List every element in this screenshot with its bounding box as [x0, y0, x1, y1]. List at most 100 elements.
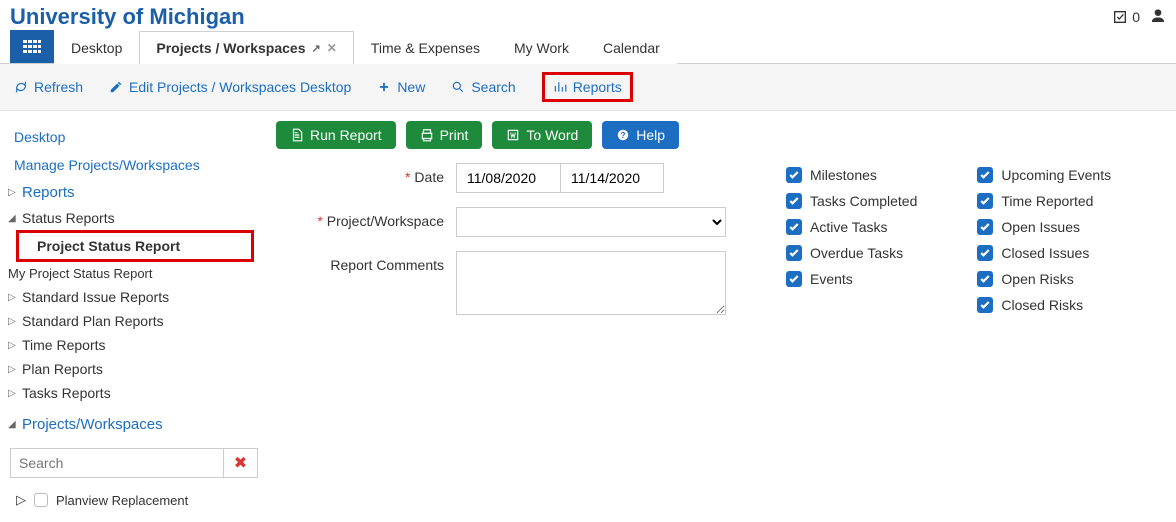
sidebar-manage[interactable]: Manage Projects/Workspaces: [6, 151, 262, 179]
checkbox-checked-icon: [977, 219, 993, 235]
project-workspace-select[interactable]: [456, 207, 726, 237]
sidebar-standard-issue-reports[interactable]: ▷ Standard Issue Reports: [6, 285, 262, 309]
date-label: *Date: [276, 163, 456, 185]
caret-right-icon: ▷: [8, 364, 18, 375]
print-icon: [420, 128, 434, 142]
check-label: Overdue Tasks: [810, 245, 903, 261]
tab-mywork[interactable]: My Work: [497, 31, 586, 64]
check-events[interactable]: Events: [786, 271, 917, 287]
check-tasks-completed[interactable]: Tasks Completed: [786, 193, 917, 209]
sidebar-status-reports[interactable]: ◢ Status Reports: [6, 206, 262, 230]
bar-chart-icon: [553, 80, 567, 94]
tree-label: Plan Reports: [22, 361, 103, 377]
button-label: Help: [636, 127, 665, 143]
close-icon[interactable]: ✕: [327, 41, 337, 55]
edit-desktop-link[interactable]: Edit Projects / Workspaces Desktop: [109, 79, 351, 95]
check-label: Milestones: [810, 167, 877, 183]
check-open-risks[interactable]: Open Risks: [977, 271, 1111, 287]
print-button[interactable]: Print: [406, 121, 483, 149]
sidebar-item-planview[interactable]: ▷ Planview Replacement: [6, 486, 262, 514]
tab-projects-workspaces[interactable]: Projects / Workspaces ↗ ✕: [139, 31, 353, 64]
tab-label: Calendar: [603, 40, 660, 56]
help-button[interactable]: ? Help: [602, 121, 679, 149]
reports-link[interactable]: Reports: [542, 72, 633, 102]
tab-label: Desktop: [71, 40, 122, 56]
refresh-icon: [14, 80, 28, 94]
date-from-input[interactable]: [456, 163, 560, 193]
check-square-icon: [1112, 9, 1128, 25]
check-overdue-tasks[interactable]: Overdue Tasks: [786, 245, 917, 261]
checkbox-checked-icon: [786, 219, 802, 235]
tab-time-expenses[interactable]: Time & Expenses: [354, 31, 497, 64]
check-upcoming-events[interactable]: Upcoming Events: [977, 167, 1111, 183]
check-label: Upcoming Events: [1001, 167, 1111, 183]
checkbox-checked-icon: [786, 167, 802, 183]
caret-right-icon: ▷: [8, 187, 18, 198]
checkbox-checked-icon: [786, 271, 802, 287]
tool-label: Reports: [573, 79, 622, 95]
tool-label: Refresh: [34, 79, 83, 95]
check-label: Open Risks: [1001, 271, 1073, 287]
help-icon: ?: [616, 128, 630, 142]
check-open-issues[interactable]: Open Issues: [977, 219, 1111, 235]
clear-search-button[interactable]: ✖: [224, 448, 258, 478]
button-label: Print: [440, 127, 469, 143]
checkbox-checked-icon: [977, 167, 993, 183]
tab-desktop[interactable]: Desktop: [54, 31, 139, 64]
sidebar-time-reports[interactable]: ▷ Time Reports: [6, 333, 262, 357]
check-active-tasks[interactable]: Active Tasks: [786, 219, 917, 235]
check-label: Events: [810, 271, 853, 287]
popout-icon[interactable]: ↗: [312, 42, 321, 55]
grid-icon: [23, 40, 41, 54]
caret-right-icon: ▷: [8, 316, 18, 327]
approvals-count: 0: [1132, 9, 1140, 25]
to-word-button[interactable]: To Word: [492, 121, 592, 149]
sidebar: Desktop Manage Projects/Workspaces ▷ Rep…: [0, 111, 262, 522]
sidebar-reports[interactable]: ▷ Reports: [6, 179, 262, 206]
caret-down-icon: ◢: [8, 419, 18, 430]
word-icon: [506, 128, 520, 142]
sidebar-projects-workspaces[interactable]: ◢ Projects/Workspaces: [6, 411, 262, 438]
tree-label: Standard Issue Reports: [22, 289, 169, 305]
search-link[interactable]: Search: [451, 79, 515, 95]
check-time-reported[interactable]: Time Reported: [977, 193, 1111, 209]
pencil-icon: [109, 80, 123, 94]
new-link[interactable]: New: [377, 79, 425, 95]
sidebar-search-input[interactable]: [10, 448, 224, 478]
tree-label: Planview Replacement: [56, 493, 188, 508]
tree-label: Reports: [22, 184, 75, 201]
date-to-input[interactable]: [560, 163, 664, 193]
refresh-link[interactable]: Refresh: [14, 79, 83, 95]
check-closed-issues[interactable]: Closed Issues: [977, 245, 1111, 261]
tab-calendar[interactable]: Calendar: [586, 31, 677, 64]
tree-label: Time Reports: [22, 337, 106, 353]
sidebar-my-project-status-report[interactable]: My Project Status Report: [6, 262, 262, 285]
button-label: Run Report: [310, 127, 382, 143]
checkbox-empty-icon[interactable]: [34, 493, 48, 507]
tree-label: Status Reports: [22, 210, 115, 226]
sidebar-project-status-report[interactable]: Project Status Report: [16, 230, 254, 262]
tree-label: Projects/Workspaces: [22, 416, 163, 433]
check-label: Tasks Completed: [810, 193, 917, 209]
tool-label: Edit Projects / Workspaces Desktop: [129, 79, 351, 95]
check-milestones[interactable]: Milestones: [786, 167, 917, 183]
sidebar-tasks-reports[interactable]: ▷ Tasks Reports: [6, 381, 262, 405]
approvals-badge[interactable]: 0: [1112, 9, 1140, 25]
caret-right-icon: ▷: [16, 492, 26, 508]
check-label: Closed Issues: [1001, 245, 1089, 261]
run-report-button[interactable]: Run Report: [276, 121, 396, 149]
report-comments-textarea[interactable]: [456, 251, 726, 315]
apps-grid-button[interactable]: [10, 30, 54, 63]
user-icon[interactable]: [1150, 8, 1166, 27]
plus-icon: [377, 80, 391, 94]
check-label: Closed Risks: [1001, 297, 1083, 313]
tree-label: Tasks Reports: [22, 385, 111, 401]
sidebar-plan-reports[interactable]: ▷ Plan Reports: [6, 357, 262, 381]
sidebar-desktop[interactable]: Desktop: [6, 123, 262, 151]
svg-text:?: ?: [621, 131, 626, 140]
check-closed-risks[interactable]: Closed Risks: [977, 297, 1111, 313]
search-icon: [451, 80, 465, 94]
sidebar-standard-plan-reports[interactable]: ▷ Standard Plan Reports: [6, 309, 262, 333]
tool-label: Search: [471, 79, 515, 95]
project-workspace-label: *Project/Workspace: [276, 207, 456, 229]
